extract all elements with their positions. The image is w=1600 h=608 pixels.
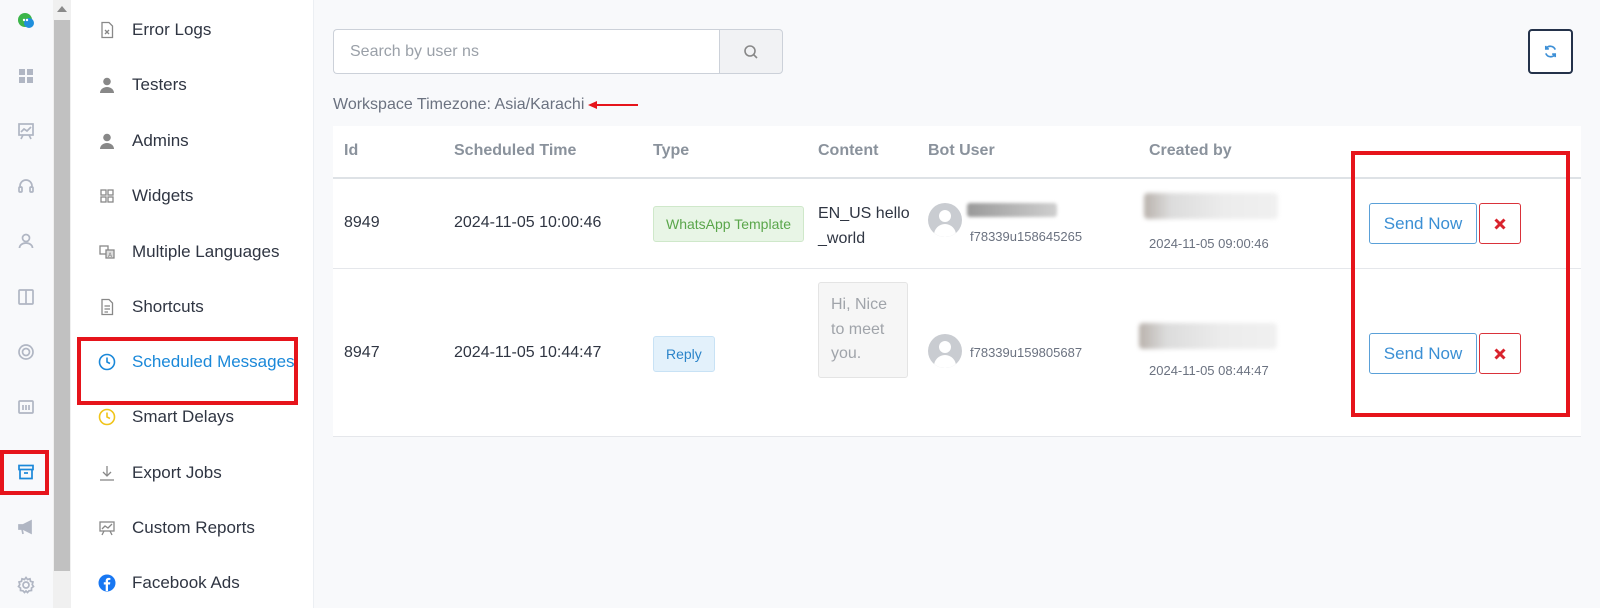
refresh-button[interactable] (1528, 29, 1573, 74)
timezone-label: Workspace Timezone: Asia/Karachi (333, 96, 585, 113)
nav-item-multiple-languages[interactable]: A Multiple Languages (98, 237, 279, 267)
creator-redacted (1139, 323, 1277, 349)
file-x-icon (98, 21, 116, 39)
nav-item-label: Custom Reports (132, 518, 255, 537)
scheduled-messages-highlight (77, 337, 298, 405)
search-icon (744, 44, 758, 59)
refresh-icon (1544, 45, 1557, 58)
reports-icon[interactable] (13, 394, 39, 420)
nav-item-facebook-ads[interactable]: Facebook Ads (98, 568, 240, 598)
settings-nav: Error Logs Testers Admins Widgets A Mult… (71, 0, 314, 608)
translate-icon: A (98, 243, 116, 261)
nav-item-export-jobs[interactable]: Export Jobs (98, 458, 222, 488)
nav-item-admins[interactable]: Admins (98, 126, 189, 156)
column-header-content[interactable]: Content (818, 142, 878, 160)
widgets-icon (98, 187, 116, 205)
clock-yellow-icon (98, 408, 116, 426)
nav-item-shortcuts[interactable]: Shortcuts (98, 292, 204, 322)
dashboard-icon[interactable] (13, 63, 39, 89)
column-header-bot-user[interactable]: Bot User (928, 142, 995, 160)
search-bar (333, 29, 784, 74)
megaphone-icon[interactable] (13, 514, 39, 540)
nav-item-smart-delays[interactable]: Smart Delays (98, 402, 234, 432)
nav-item-label: Shortcuts (132, 297, 204, 316)
nav-item-label: Facebook Ads (132, 573, 240, 592)
analytics-icon[interactable] (13, 118, 39, 144)
presentation-icon (98, 519, 116, 537)
icon-rail (0, 0, 53, 608)
nav-item-label: Testers (132, 75, 187, 94)
nav-item-error-logs[interactable]: Error Logs (98, 15, 211, 45)
layout-icon[interactable] (13, 284, 39, 310)
bot-user-ns: f78339u159805687 (970, 345, 1083, 360)
creator-redacted (1144, 193, 1278, 219)
avatar (928, 203, 962, 237)
user-icon[interactable] (13, 228, 39, 254)
annotation-arrow-icon (588, 101, 639, 109)
search-input[interactable] (333, 29, 719, 74)
document-icon (98, 298, 116, 316)
gear-icon[interactable] (13, 572, 39, 598)
row-id: 8947 (344, 344, 380, 361)
support-headset-icon[interactable] (13, 173, 39, 199)
scroll-thumb[interactable] (54, 20, 70, 571)
person-icon (98, 76, 116, 94)
bot-user-name-redacted (967, 203, 1057, 217)
sidebar-scrollbar[interactable] (53, 0, 71, 608)
type-badge: WhatsApp Template (653, 206, 805, 242)
facebook-icon (98, 574, 116, 592)
archive-highlight (0, 450, 49, 495)
nav-item-label: Multiple Languages (132, 242, 280, 261)
type-badge: Reply (653, 336, 715, 372)
chat-logo-icon[interactable] (13, 8, 39, 34)
nav-item-label: Smart Delays (132, 407, 235, 426)
workspace-timezone: Workspace Timezone: Asia/Karachi (333, 96, 640, 114)
scroll-up-arrow-icon[interactable] (57, 6, 67, 12)
actions-highlight (1351, 151, 1570, 417)
row-content-box: Hi, Nice to meet you. (818, 282, 908, 378)
row-scheduled-time: 2024-11-05 10:00:46 (454, 214, 602, 231)
column-header-created-by[interactable]: Created by (1149, 142, 1232, 160)
avatar (928, 334, 962, 368)
created-at: 2024-11-05 09:00:46 (1149, 236, 1269, 251)
nav-item-label: Widgets (132, 186, 194, 205)
search-button[interactable] (719, 29, 783, 74)
column-header-type[interactable]: Type (653, 142, 689, 160)
row-scheduled-time: 2024-11-05 10:44:47 (454, 344, 602, 361)
nav-item-label: Admins (132, 131, 189, 150)
download-icon (98, 464, 116, 482)
row-id: 8949 (344, 214, 380, 231)
bot-user-ns: f78339u158645265 (970, 229, 1083, 244)
help-ring-icon[interactable] (13, 339, 39, 365)
person-icon (98, 132, 116, 150)
nav-item-testers[interactable]: Testers (98, 70, 187, 100)
row-content: EN_US hello _world (818, 205, 910, 247)
nav-item-label: Error Logs (132, 20, 212, 39)
nav-item-label: Export Jobs (132, 463, 222, 482)
column-header-id[interactable]: Id (344, 142, 358, 160)
created-at: 2024-11-05 08:44:47 (1149, 363, 1269, 378)
column-header-scheduled-time[interactable]: Scheduled Time (454, 142, 576, 160)
nav-item-widgets[interactable]: Widgets (98, 181, 193, 211)
nav-item-custom-reports[interactable]: Custom Reports (98, 513, 255, 543)
